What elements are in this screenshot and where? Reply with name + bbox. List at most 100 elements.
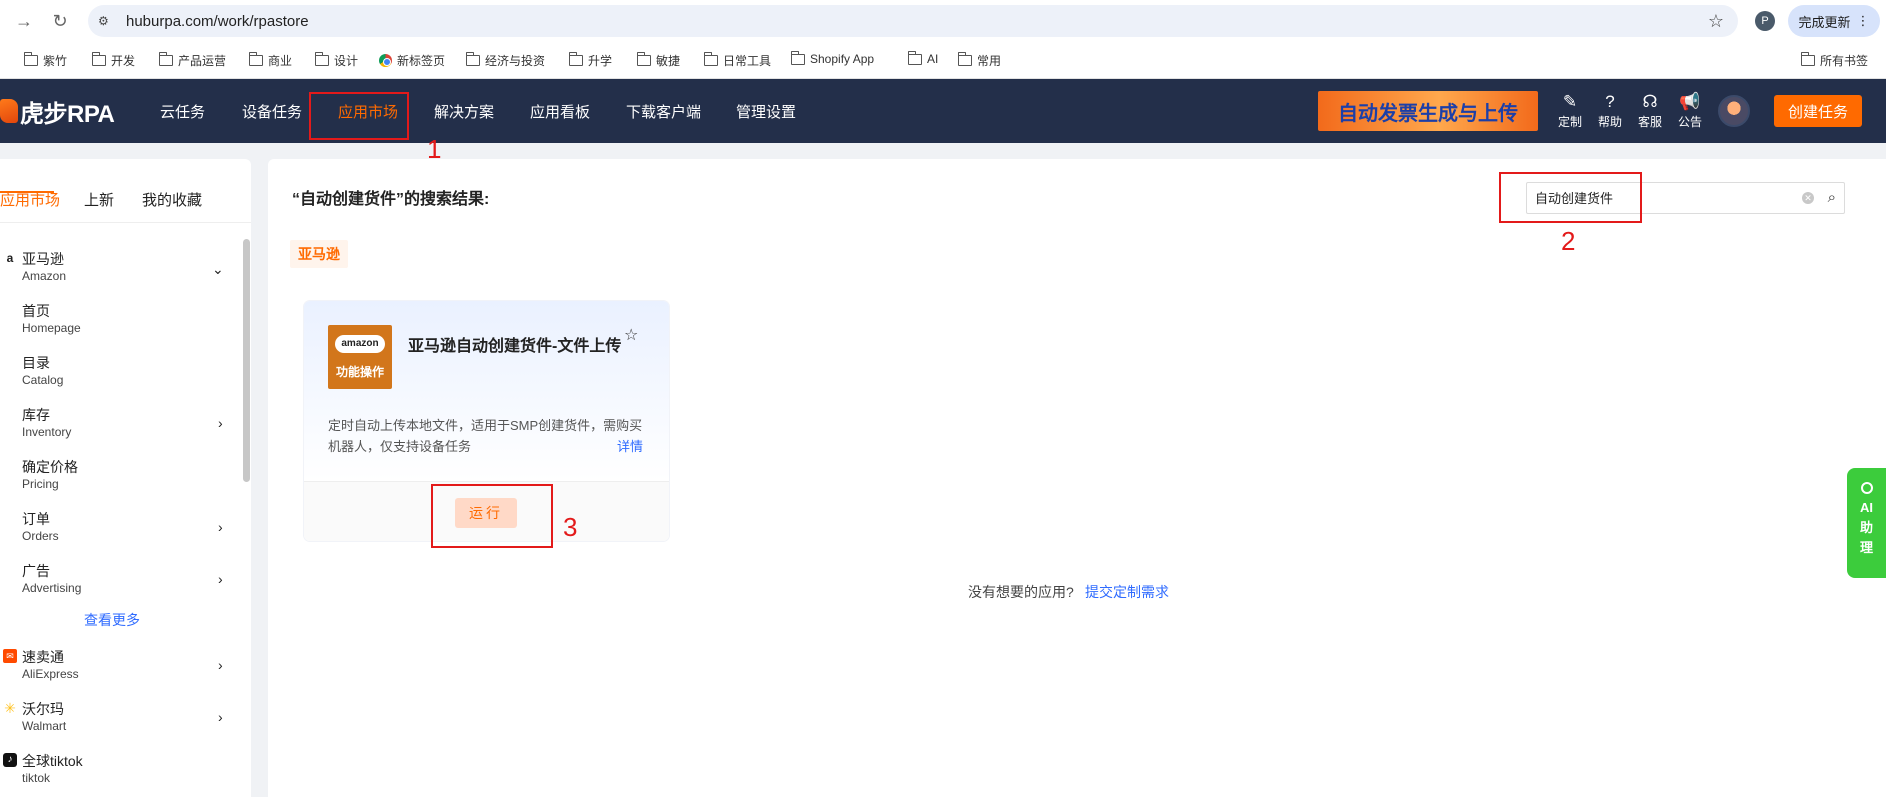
sidebar-item-aliexpress[interactable]: 速卖通 AliExpress — [22, 648, 79, 682]
annotation-box-1 — [309, 92, 409, 140]
sidebar-item-walmart[interactable]: 沃尔玛 Walmart — [22, 700, 66, 734]
update-button[interactable]: 完成更新 ⋮ — [1788, 5, 1880, 37]
folder-icon — [703, 52, 718, 66]
folder-icon — [158, 52, 173, 66]
bookmark-kaifa[interactable]: 开发 — [91, 52, 135, 69]
app-header: 虎步RPA 云任务 设备任务 应用市场 解决方案 应用看板 下载客户端 管理设置… — [0, 79, 1886, 143]
folder-icon — [957, 52, 972, 66]
active-tab-indicator — [0, 191, 54, 193]
tab-favorites[interactable]: 我的收藏 — [142, 189, 202, 210]
nav-device-task[interactable]: 设备任务 — [242, 101, 302, 122]
headset-icon: ☊ — [1642, 92, 1658, 111]
sidebar-item-inventory[interactable]: 库存 Inventory — [22, 406, 71, 440]
sidebar-scrollbar[interactable] — [243, 239, 250, 482]
tiger-logo-icon — [0, 99, 18, 123]
create-task-button[interactable]: 创建任务 — [1774, 95, 1862, 127]
tab-new[interactable]: 上新 — [84, 189, 114, 210]
bookmark-all[interactable]: 所有书签 — [1800, 52, 1868, 69]
bookmark-newtab[interactable]: 新标签页 — [379, 52, 445, 69]
page-title: “自动创建货件”的搜索结果: — [292, 191, 490, 208]
app-name[interactable]: 亚马逊自动创建货件-文件上传 — [408, 336, 622, 358]
annotation-number-1: 1 — [427, 134, 442, 164]
annotation-box-2 — [1499, 172, 1642, 223]
promo-banner[interactable]: 自动发票生成与上传 — [1318, 91, 1538, 131]
folder-icon — [314, 52, 329, 66]
folder-icon — [1800, 52, 1815, 66]
tool-customize[interactable]: ✎ 定制 — [1552, 91, 1588, 130]
site-info-icon[interactable]: ⚙ — [98, 14, 122, 28]
sidebar-item-tiktok[interactable]: 全球tiktok tiktok — [22, 752, 83, 786]
bookmark-ai[interactable]: AI — [907, 50, 938, 66]
bookmark-richang[interactable]: 日常工具 — [703, 52, 771, 69]
folder-icon — [636, 52, 651, 66]
see-more-link[interactable]: 查看更多 — [84, 610, 140, 630]
sidebar-item-homepage[interactable]: 首页 Homepage — [22, 302, 81, 336]
ai-assistant-button[interactable]: AI 助 理 — [1847, 468, 1886, 578]
annotation-number-3: 3 — [563, 512, 578, 542]
sidebar-item-orders[interactable]: 订单 Orders — [22, 510, 59, 544]
sidebar-item-pricing[interactable]: 确定价格 Pricing — [22, 458, 78, 492]
annotation-box-3 — [431, 484, 553, 548]
chevron-down-icon[interactable]: ⌄ — [212, 261, 224, 278]
divider — [0, 222, 251, 223]
tool-help[interactable]: ? 帮助 — [1592, 91, 1628, 130]
bookmark-star-icon[interactable]: ☆ — [1708, 11, 1724, 32]
folder-icon — [23, 52, 38, 66]
forward-icon[interactable]: → — [10, 7, 38, 35]
bookmark-shangye[interactable]: 商业 — [248, 52, 292, 69]
chevron-right-icon[interactable]: › — [218, 519, 223, 535]
category-tag[interactable]: 亚马逊 — [290, 240, 348, 268]
sidebar-item-advertising[interactable]: 广告 Advertising — [22, 562, 81, 596]
reload-icon[interactable]: ↻ — [46, 7, 74, 35]
detail-link[interactable]: 详情 — [617, 436, 643, 455]
bookmark-changyong[interactable]: 常用 — [957, 52, 1001, 69]
no-app-text: 没有想要的应用? — [968, 584, 1074, 600]
star-icon[interactable]: ☆ — [624, 325, 638, 345]
bookmark-jingji[interactable]: 经济与投资 — [465, 52, 545, 69]
app-thumbnail-label: 功能操作 — [335, 365, 384, 379]
tiktok-icon: ♪ — [3, 753, 17, 767]
bookmarks-bar: 紫竹 开发 产品运营 商业 设计 新标签页 经济与投资 升学 敏捷 日常工具 S… — [0, 42, 1886, 79]
nav-settings[interactable]: 管理设置 — [736, 101, 796, 122]
amazon-logo: amazon — [335, 335, 385, 353]
update-label: 完成更新 — [1798, 14, 1851, 30]
tool-service[interactable]: ☊ 客服 — [1632, 91, 1668, 130]
nav-download-client[interactable]: 下载客户端 — [626, 101, 701, 122]
category-sidebar: 应用市场 上新 我的收藏 a 亚马逊 Amazon ⌄ 首页 Homepage … — [0, 159, 251, 797]
tool-announce[interactable]: 📢 公告 — [1672, 91, 1708, 130]
bookmark-shopify[interactable]: Shopify App — [790, 50, 874, 66]
chevron-right-icon[interactable]: › — [218, 709, 223, 725]
bookmark-chanpin[interactable]: 产品运营 — [158, 52, 226, 69]
search-icon[interactable]: ⌕ — [1828, 189, 1836, 206]
profile-avatar[interactable]: P — [1755, 11, 1775, 31]
bookmark-zizhu[interactable]: 紫竹 — [23, 52, 67, 69]
nav-solutions[interactable]: 解决方案 — [434, 101, 494, 122]
address-url: huburpa.com/work/rpastore — [126, 12, 309, 30]
app-description: 定时自动上传本地文件，适用于SMP创建货件，需购买机器人，仅支持设备任务 — [328, 418, 643, 454]
nav-app-board[interactable]: 应用看板 — [530, 101, 590, 122]
bookmark-shengxue[interactable]: 升学 — [568, 52, 612, 69]
more-menu-icon: ⋮ — [1856, 13, 1870, 28]
user-avatar[interactable] — [1718, 95, 1750, 127]
folder-icon — [568, 52, 583, 66]
bookmark-minjie[interactable]: 敏捷 — [636, 52, 680, 69]
walmart-icon: ✳ — [4, 700, 16, 716]
chevron-right-icon[interactable]: › — [218, 657, 223, 673]
app-thumbnail: amazon 功能操作 — [328, 325, 392, 389]
bookmark-sheji[interactable]: 设计 — [314, 52, 358, 69]
address-bar[interactable]: ⚙ huburpa.com/work/rpastore ☆ — [88, 5, 1738, 37]
edit-icon: ✎ — [1562, 92, 1578, 111]
sidebar-item-amazon[interactable]: 亚马逊 Amazon — [22, 250, 66, 284]
browser-toolbar: → ↻ ⚙ huburpa.com/work/rpastore ☆ P 完成更新… — [0, 0, 1886, 42]
sidebar-item-catalog[interactable]: 目录 Catalog — [22, 354, 63, 388]
chevron-right-icon[interactable]: › — [218, 415, 223, 431]
app-logo[interactable]: 虎步RPA — [0, 95, 115, 128]
ai-icon — [1860, 482, 1873, 494]
submit-request-link[interactable]: 提交定制需求 — [1085, 582, 1169, 602]
nav-cloud-task[interactable]: 云任务 — [160, 101, 205, 122]
amazon-icon: a — [6, 251, 14, 265]
search-results-panel: “自动创建货件”的搜索结果: ✕ ⌕ 亚马逊 amazon 功能操作 亚马逊自动… — [268, 159, 1886, 797]
clear-icon[interactable]: ✕ — [1802, 192, 1814, 204]
aliexpress-icon: ✉ — [3, 649, 17, 663]
chevron-right-icon[interactable]: › — [218, 571, 223, 587]
